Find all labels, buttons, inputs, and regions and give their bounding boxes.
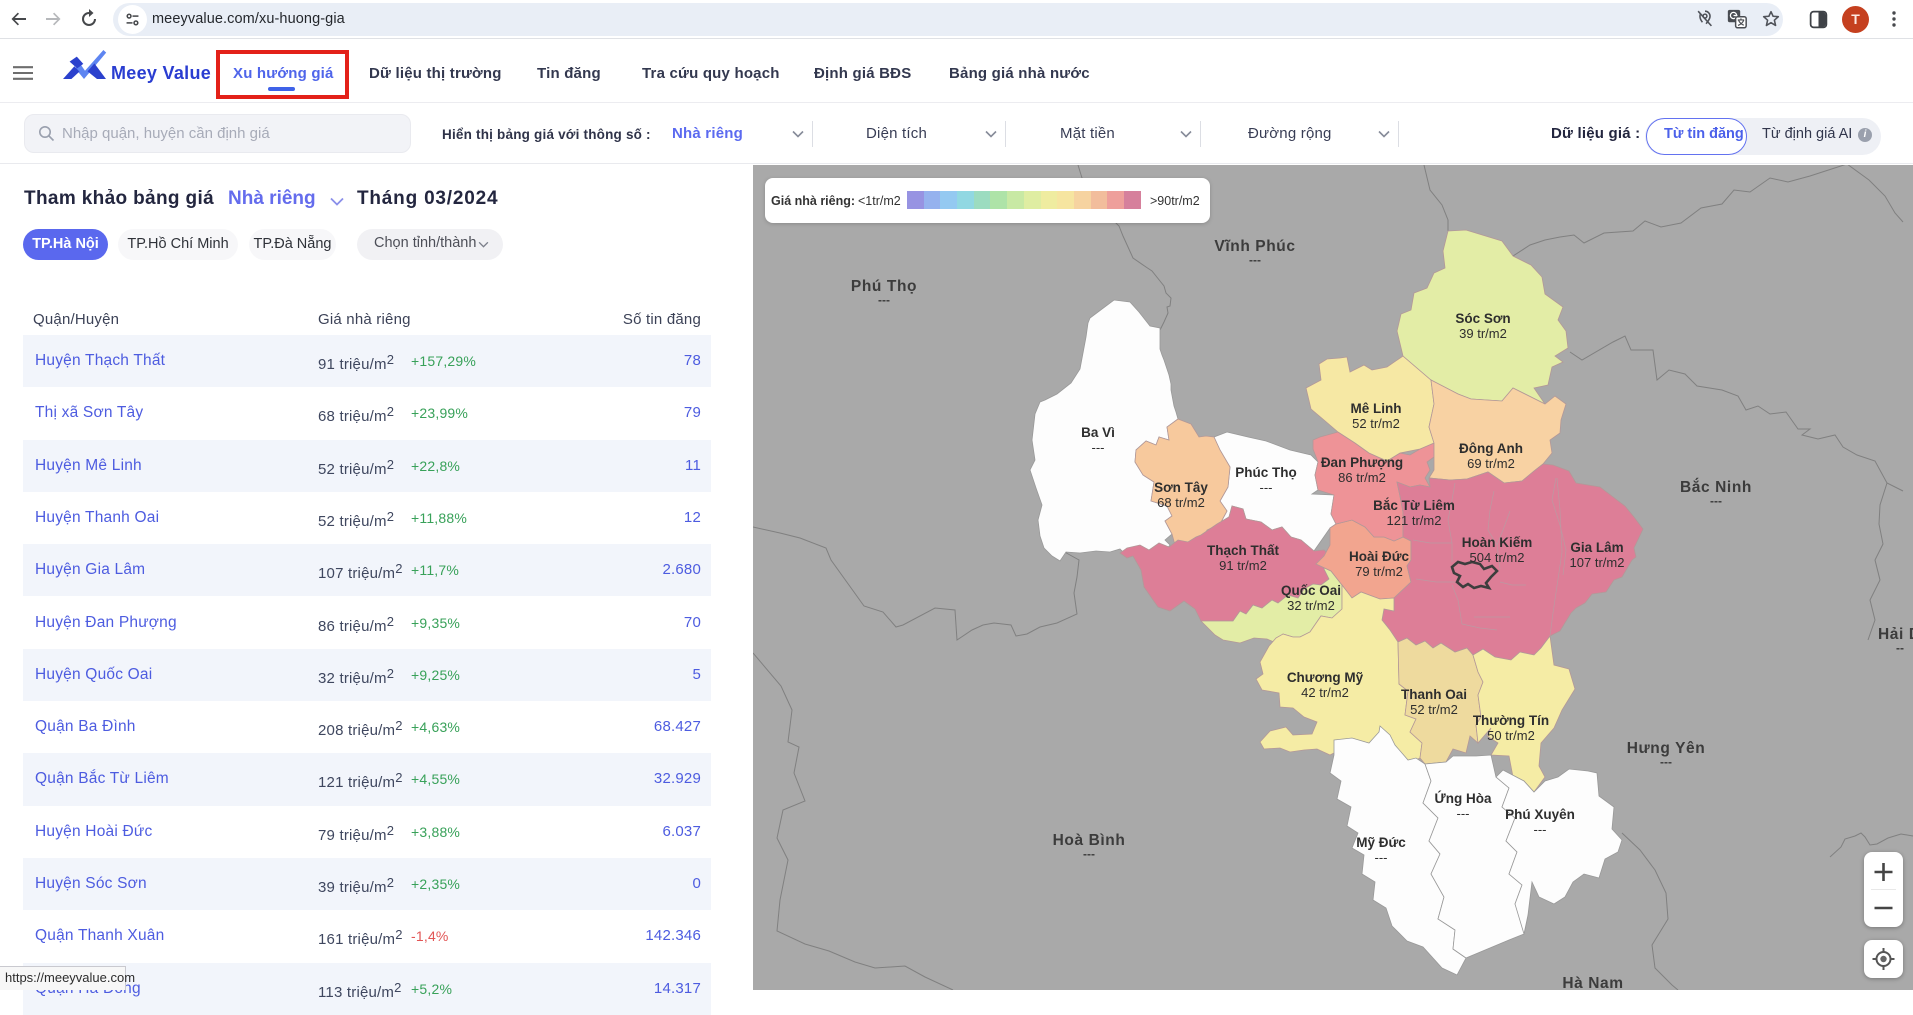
svg-text:---: ---: [1457, 806, 1470, 821]
svg-text:---: ---: [1710, 494, 1722, 508]
svg-text:69 tr/m2: 69 tr/m2: [1467, 456, 1515, 471]
svg-text:Đông Anh: Đông Anh: [1459, 441, 1523, 456]
svg-text:Phú Xuyên: Phú Xuyên: [1505, 807, 1575, 822]
svg-text:Sơn Tây: Sơn Tây: [1154, 480, 1208, 495]
svg-text:107 tr/m2: 107 tr/m2: [1570, 555, 1625, 570]
svg-text:Quốc Oai: Quốc Oai: [1281, 583, 1341, 598]
svg-text:---: ---: [1092, 440, 1105, 455]
svg-text:86 tr/m2: 86 tr/m2: [1338, 470, 1386, 485]
svg-text:Thanh Oai: Thanh Oai: [1401, 687, 1467, 702]
svg-text:---: ---: [1249, 253, 1261, 267]
svg-text:Hoàn Kiếm: Hoàn Kiếm: [1462, 535, 1533, 550]
svg-text:Bắc Từ Liêm: Bắc Từ Liêm: [1373, 498, 1455, 513]
svg-text:39 tr/m2: 39 tr/m2: [1459, 326, 1507, 341]
svg-text:Sóc Sơn: Sóc Sơn: [1455, 311, 1510, 326]
svg-text:Hà Nam: Hà Nam: [1562, 975, 1623, 990]
svg-text:Phúc Thọ: Phúc Thọ: [1235, 465, 1297, 480]
svg-text:---: ---: [878, 293, 890, 307]
svg-text:52 tr/m2: 52 tr/m2: [1352, 416, 1400, 431]
svg-text:42 tr/m2: 42 tr/m2: [1301, 685, 1349, 700]
svg-text:--: --: [1896, 641, 1904, 655]
svg-text:Thạch Thất: Thạch Thất: [1207, 543, 1280, 558]
svg-text:79 tr/m2: 79 tr/m2: [1355, 564, 1403, 579]
svg-text:Chương Mỹ: Chương Mỹ: [1287, 670, 1364, 685]
svg-text:52 tr/m2: 52 tr/m2: [1410, 702, 1458, 717]
svg-text:504 tr/m2: 504 tr/m2: [1470, 550, 1525, 565]
svg-text:Gia Lâm: Gia Lâm: [1570, 540, 1623, 555]
svg-text:Mê Linh: Mê Linh: [1351, 401, 1402, 416]
svg-text:---: ---: [1375, 850, 1388, 865]
svg-text:121 tr/m2: 121 tr/m2: [1387, 513, 1442, 528]
svg-text:Mỹ Đức: Mỹ Đức: [1356, 835, 1406, 850]
svg-text:32 tr/m2: 32 tr/m2: [1287, 598, 1335, 613]
svg-text:91 tr/m2: 91 tr/m2: [1219, 558, 1267, 573]
svg-text:50 tr/m2: 50 tr/m2: [1487, 728, 1535, 743]
svg-text:---: ---: [1660, 755, 1672, 769]
svg-text:68 tr/m2: 68 tr/m2: [1157, 495, 1205, 510]
svg-text:---: ---: [1534, 822, 1547, 837]
svg-text:Ứng Hòa: Ứng Hòa: [1435, 791, 1492, 806]
svg-text:---: ---: [1083, 847, 1095, 861]
svg-text:---: ---: [1260, 480, 1273, 495]
svg-text:Thường Tín: Thường Tín: [1473, 713, 1549, 728]
svg-text:Đan Phượng: Đan Phượng: [1321, 455, 1403, 470]
svg-text:Hoài Đức: Hoài Đức: [1349, 549, 1410, 564]
svg-text:Ba Vì: Ba Vì: [1081, 425, 1115, 440]
